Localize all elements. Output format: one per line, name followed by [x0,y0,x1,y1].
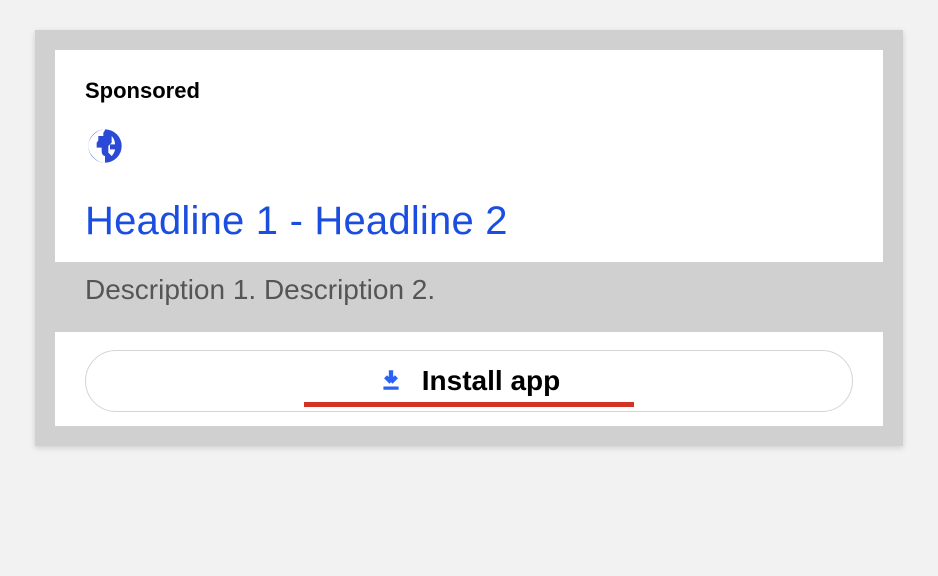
ad-preview-card: Sponsored Headline 1 - Headline 2 Descri… [35,30,903,446]
sponsored-label: Sponsored [85,78,853,104]
ad-top-section: Sponsored Headline 1 - Headline 2 [55,50,883,262]
annotation-underline [304,402,634,407]
ad-headline[interactable]: Headline 1 - Headline 2 [85,199,853,244]
download-icon [378,367,404,396]
install-app-label: Install app [422,365,560,397]
install-app-button[interactable]: Install app [85,350,853,412]
ad-description: Description 1. Description 2. [85,274,853,306]
ad-button-row: Install app [55,332,883,426]
globe-icon [85,126,853,199]
ad-description-row: Description 1. Description 2. [55,262,883,332]
